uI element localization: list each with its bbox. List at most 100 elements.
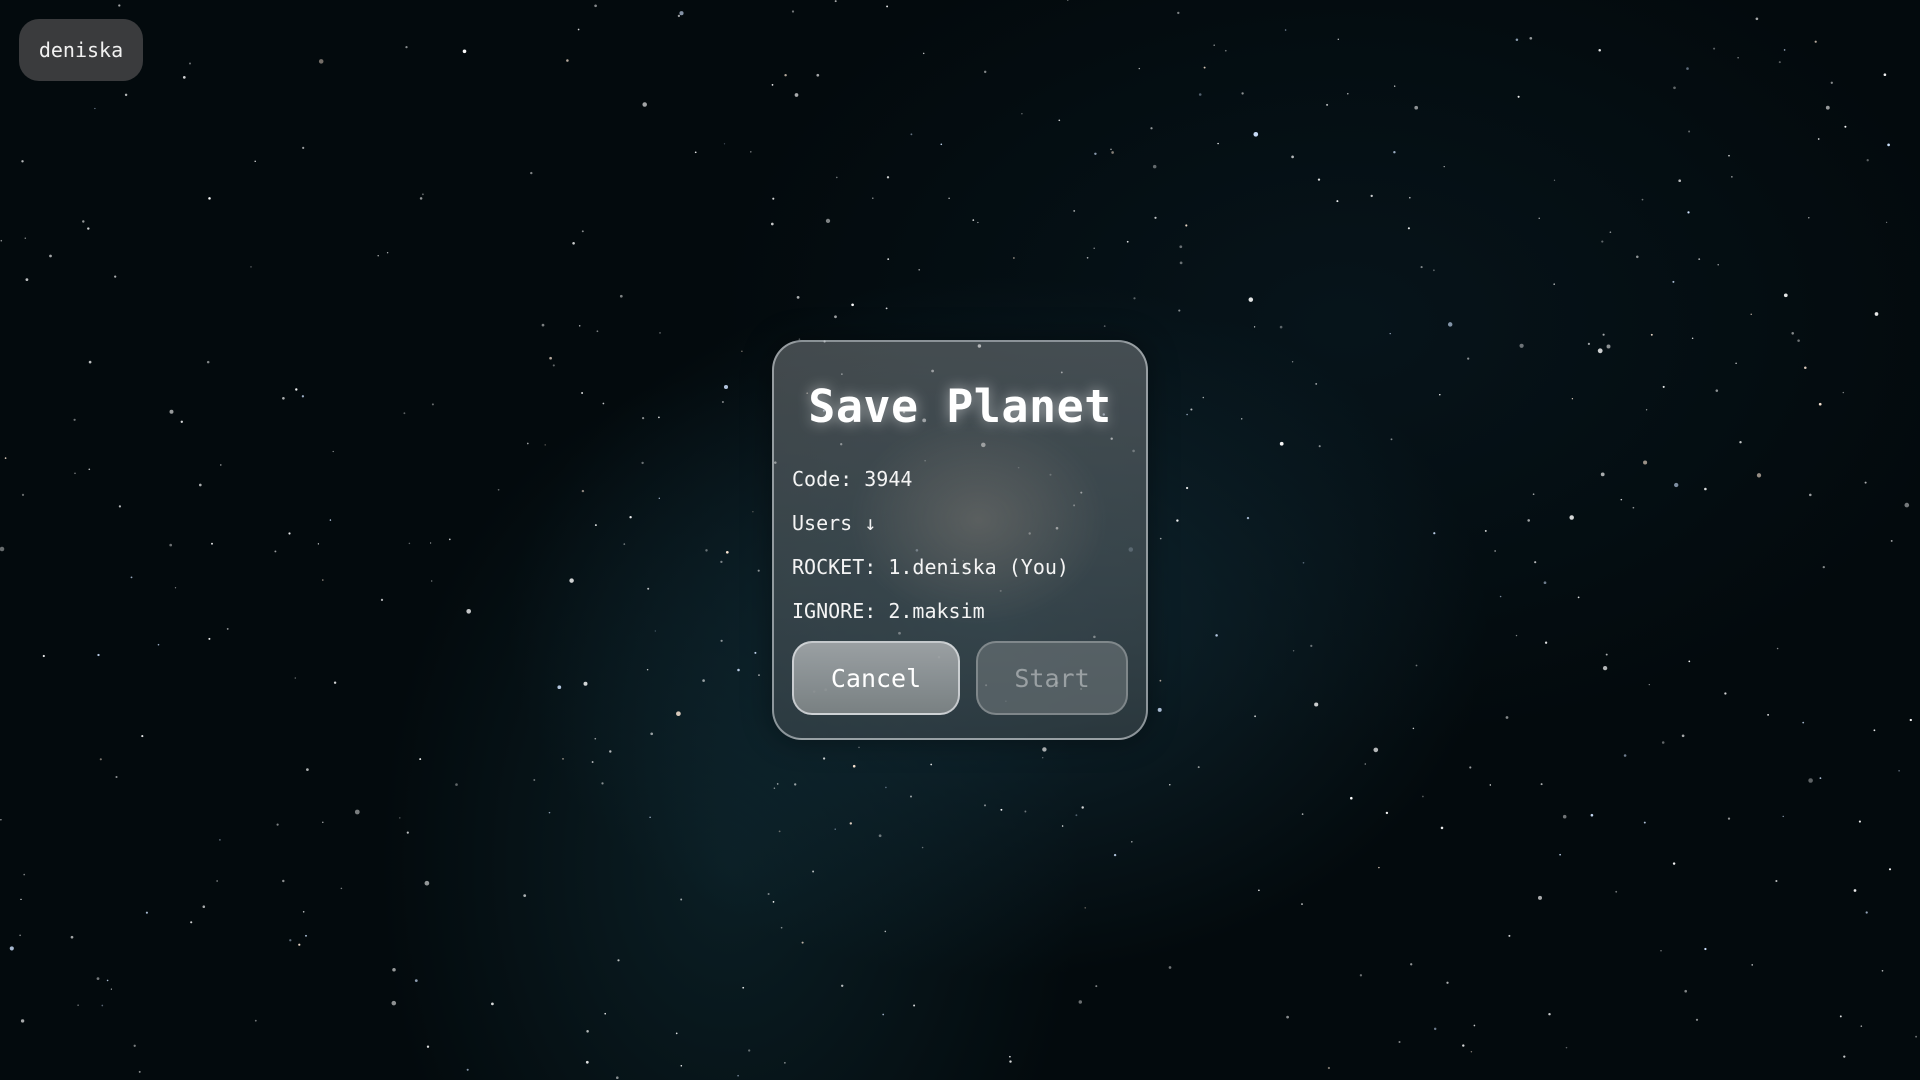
star (1636, 255, 1639, 259)
star (977, 221, 979, 224)
star (940, 143, 943, 146)
star (1842, 391, 1845, 394)
star (169, 409, 174, 414)
star (1661, 741, 1665, 744)
star (298, 943, 301, 946)
star (1484, 529, 1487, 532)
star (1605, 653, 1608, 656)
star (282, 879, 285, 883)
star (602, 402, 605, 405)
star (1009, 1060, 1012, 1063)
star (1673, 86, 1676, 90)
star (1688, 130, 1691, 133)
star (1467, 357, 1470, 360)
star (770, 222, 774, 226)
star (274, 550, 277, 553)
star (250, 266, 252, 268)
star (1159, 679, 1162, 682)
star (1672, 280, 1675, 283)
star (720, 560, 723, 564)
star (220, 464, 222, 466)
star (1537, 895, 1543, 900)
start-button[interactable]: Start (976, 641, 1128, 715)
users-header[interactable]: Users ↓ (792, 501, 1128, 545)
star (834, 0, 837, 3)
star (835, 176, 838, 179)
star (1433, 532, 1436, 535)
star (913, 1004, 916, 1007)
star (754, 651, 757, 654)
star (675, 1032, 678, 1035)
star (424, 880, 430, 886)
star (354, 809, 360, 815)
star (909, 795, 913, 798)
star (1301, 813, 1304, 815)
star (526, 442, 529, 445)
star (604, 1012, 606, 1015)
star (115, 775, 118, 779)
star (1291, 155, 1294, 159)
star (1782, 815, 1784, 818)
star (1817, 138, 1820, 140)
star (834, 828, 836, 830)
star (1197, 766, 1200, 769)
star (676, 711, 681, 717)
star (301, 395, 305, 398)
star (776, 783, 779, 785)
star (523, 894, 527, 897)
star (1126, 240, 1129, 243)
star (169, 543, 173, 547)
star (851, 303, 854, 307)
star (1804, 366, 1807, 370)
star (96, 977, 100, 980)
star (1750, 313, 1752, 315)
cancel-button[interactable]: Cancel (792, 641, 960, 715)
save-planet-dialog: Save Planet Code: 3944 Users ↓ ROCKET: 1… (772, 340, 1148, 740)
star (737, 1074, 739, 1077)
star (1874, 312, 1879, 316)
star (141, 735, 144, 738)
star (1013, 257, 1015, 259)
star (130, 576, 133, 579)
star (1318, 445, 1321, 448)
star (317, 543, 320, 545)
star (878, 834, 882, 838)
star (1698, 258, 1701, 260)
star (1489, 784, 1492, 786)
star (1684, 989, 1687, 993)
star (1336, 200, 1339, 203)
star (702, 679, 705, 682)
star (594, 524, 597, 527)
user-chip[interactable]: deniska (19, 19, 143, 81)
star (1822, 565, 1825, 569)
star (157, 643, 160, 646)
star (322, 579, 324, 581)
star (306, 768, 309, 771)
star (1326, 103, 1329, 106)
star (541, 323, 545, 327)
star (1802, 721, 1805, 724)
star (530, 171, 533, 175)
star (208, 197, 211, 200)
star (641, 461, 644, 465)
star (1678, 179, 1682, 183)
star (1213, 44, 1215, 46)
star (1440, 826, 1444, 830)
star (1672, 862, 1676, 865)
star (1715, 389, 1719, 392)
star (1000, 808, 1003, 811)
star (1422, 795, 1424, 798)
star (462, 49, 467, 54)
star (885, 786, 887, 789)
star (289, 939, 292, 942)
star (885, 307, 888, 310)
star (679, 11, 684, 16)
star (616, 1076, 619, 1079)
star (1350, 796, 1353, 800)
star (680, 898, 683, 901)
star (1865, 911, 1868, 914)
star (1731, 176, 1733, 178)
star (609, 750, 612, 753)
star (419, 197, 423, 200)
star (0, 239, 3, 242)
